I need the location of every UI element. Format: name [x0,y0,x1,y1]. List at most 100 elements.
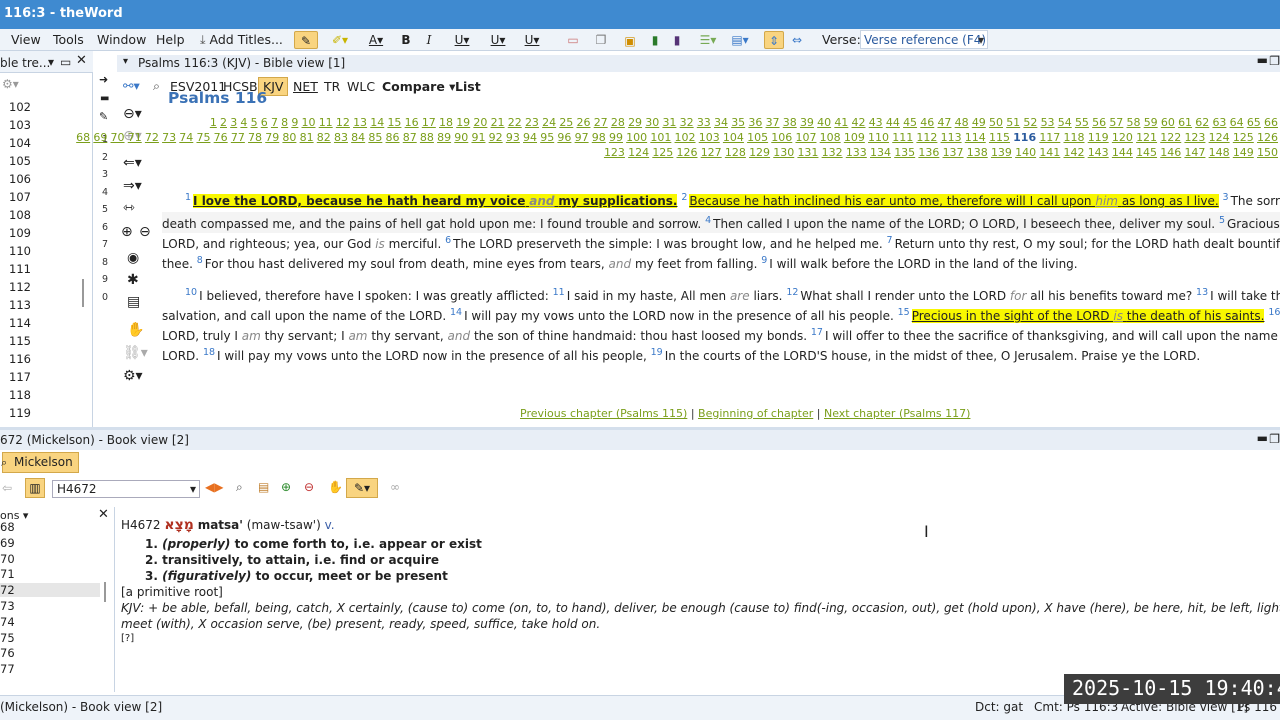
chapter-link[interactable]: 63 [1212,116,1226,129]
chapter-list-item[interactable]: 103 [9,118,31,132]
verse-number[interactable]: 3 [1223,192,1229,203]
chapter-link[interactable]: 128 [725,146,746,159]
reference-marker[interactable]: [?] [121,633,134,644]
chapter-link[interactable]: 99 [609,131,623,144]
chapter-link[interactable]: 130 [773,146,794,159]
chapter-link[interactable]: 18 [439,116,453,129]
pin-icon[interactable]: ▭ [60,55,71,69]
restore-icon[interactable]: ❐ [1269,432,1280,446]
beginning-of-chapter-link[interactable]: Beginning of chapter [698,407,813,420]
verse-number[interactable]: 16 [1268,307,1280,318]
print-icon[interactable]: ▤ [127,294,140,310]
chapter-link[interactable]: 1 [210,116,217,129]
chapter-link[interactable]: 22 [508,116,522,129]
link-icon[interactable]: ⚯▾ [123,78,140,93]
chapter-link[interactable]: 123 [604,146,625,159]
verse-number[interactable]: 14 [450,307,462,318]
chapter-link[interactable]: 30 [645,116,659,129]
chapter-list-item[interactable]: 118 [9,388,31,402]
verse-number[interactable]: 7 [887,235,893,246]
search-icon[interactable]: ⌕ [153,78,160,94]
topic-list-item[interactable]: 73 [0,599,15,613]
chapter-link[interactable]: 52 [1023,116,1037,129]
chapter-link[interactable]: 126 [677,146,698,159]
verse-number[interactable]: 2 [681,192,687,203]
chapter-link[interactable]: 56 [1092,116,1106,129]
highlighter-icon[interactable]: ✎ [294,31,318,49]
chapter-link[interactable]: 147 [1184,146,1205,159]
chapter-link[interactable]: 123 [1184,131,1205,144]
back-arrow-icon[interactable]: ⇦ [2,481,12,495]
binoculars-icon[interactable]: ∞ [390,480,400,494]
chapter-link[interactable]: 95 [540,131,554,144]
chapter-link[interactable]: 7 [271,116,278,129]
chapter-link[interactable]: 131 [797,146,818,159]
chapter-link[interactable]: 119 [1088,131,1109,144]
chapter-link[interactable]: 118 [1064,131,1085,144]
chapter-link[interactable]: 125 [1233,131,1254,144]
chapter-link[interactable]: 27 [594,116,608,129]
chapter-link[interactable]: 69 [93,131,107,144]
chapter-link[interactable]: 127 [701,146,722,159]
topic-list-item[interactable]: 75 [0,631,15,645]
chapter-link[interactable]: 72 [145,131,159,144]
verse-number[interactable]: 11 [553,287,565,298]
chapter-list-item[interactable]: 114 [9,316,31,330]
eye-icon[interactable]: ◉ [127,250,139,266]
chapter-list-item[interactable]: 116 [9,352,31,366]
chapter-link[interactable]: 80 [282,131,296,144]
chapter-link[interactable]: 42 [852,116,866,129]
chapter-link[interactable]: 6 [261,116,268,129]
chapter-link[interactable]: 146 [1160,146,1181,159]
topic-list-item[interactable]: 70 [0,552,15,566]
gear-icon[interactable]: ⚙▾ [123,368,143,384]
find-icon[interactable]: ⌕ [236,480,243,495]
zoom-out-icon[interactable]: ⊖ [304,480,314,494]
chapter-link[interactable]: 64 [1230,116,1244,129]
chapter-link[interactable]: 71 [128,131,142,144]
chapter-link[interactable]: 21 [491,116,505,129]
chapter-link[interactable]: 53 [1041,116,1055,129]
menu-tools[interactable]: Tools [53,32,84,47]
chapter-link[interactable]: 19 [456,116,470,129]
verse-number[interactable]: 12 [786,287,798,298]
chapter-link[interactable]: 116 [1013,131,1036,144]
chapter-link[interactable]: 109 [844,131,865,144]
chapter-link[interactable]: 39 [800,116,814,129]
chapter-link[interactable]: 85 [368,131,382,144]
settings-dropdown-icon[interactable]: ⚙▾ [2,77,19,91]
chapter-link[interactable]: 125 [652,146,673,159]
chapter-link[interactable]: 106 [771,131,792,144]
verse-number[interactable]: 13 [1196,287,1208,298]
chapter-link[interactable]: 78 [248,131,262,144]
italic-icon[interactable]: I [422,31,436,49]
verse-number[interactable]: 9 [761,255,767,266]
chapter-link[interactable]: 93 [506,131,520,144]
verse-number[interactable]: 19 [651,347,663,358]
next-chapter-link[interactable]: Next chapter (Psalms 117) [824,407,970,420]
underline-style-icon[interactable]: U▾ [518,31,546,49]
chapter-link[interactable]: 28 [611,116,625,129]
chapter-link[interactable]: 124 [1209,131,1230,144]
chapter-link[interactable]: 55 [1075,116,1089,129]
chapter-link[interactable]: 29 [628,116,642,129]
chapter-link[interactable]: 102 [675,131,696,144]
chapter-link[interactable]: 24 [542,116,556,129]
font-color-icon[interactable]: A▾ [362,31,390,49]
chapter-link[interactable]: 65 [1247,116,1261,129]
add-titles-button[interactable]: ⤓ Add Titles... [200,32,283,48]
minimize-icon[interactable]: ▬ [1257,53,1268,67]
chapter-link[interactable]: 105 [747,131,768,144]
chapter-link[interactable]: 129 [749,146,770,159]
chapter-link[interactable]: 14 [370,116,384,129]
chapter-list-item[interactable]: 119 [9,406,31,420]
chapter-link[interactable]: 134 [870,146,891,159]
chapter-list-item[interactable]: 105 [9,154,31,168]
chapter-link[interactable]: 149 [1233,146,1254,159]
menu-window[interactable]: Window [97,32,146,47]
chapter-link[interactable]: 139 [991,146,1012,159]
topic-list-item[interactable]: 69 [0,536,15,550]
verse-number[interactable]: 15 [898,307,910,318]
chapter-link[interactable]: 13 [353,116,367,129]
chapter-link[interactable]: 59 [1144,116,1158,129]
